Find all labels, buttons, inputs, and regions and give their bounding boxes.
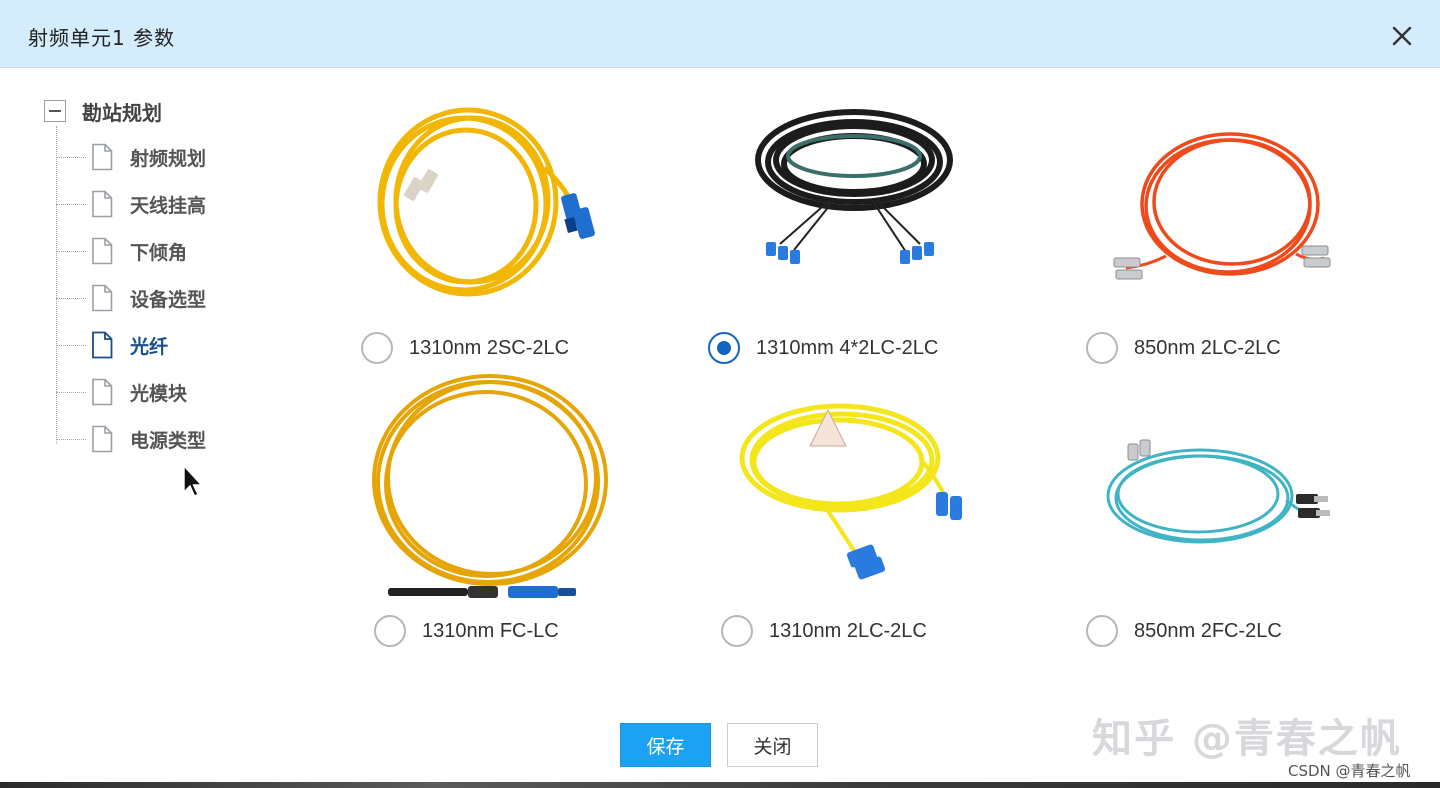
document-icon — [92, 190, 113, 218]
tree-branch-line — [56, 391, 86, 393]
fiber-option-3[interactable]: 850nm 2LC-2LC — [1086, 332, 1281, 364]
yellow-fiber-coil-lc-image — [739, 403, 962, 580]
tree-item-optical-module[interactable]: 光模块 — [56, 377, 187, 407]
dialog-titlebar: 射频单元1 参数 — [0, 0, 1440, 68]
document-icon — [92, 331, 113, 359]
radio-button-checked[interactable] — [708, 332, 740, 364]
tree-root-site-survey[interactable]: 勘站规划 — [44, 98, 162, 125]
csdn-watermark: CSDN @青春之帆 — [1288, 762, 1411, 780]
tree-item-label: 下倾角 — [130, 241, 188, 264]
close-icon[interactable] — [1386, 20, 1416, 50]
orange-fiber-coil-image — [1113, 132, 1331, 280]
yellow-fiber-loop-image — [372, 374, 608, 598]
mouse-cursor-icon — [183, 464, 204, 497]
aqua-fiber-coil-image — [1106, 439, 1330, 544]
fiber-option-label: 1310mm 4*2LC-2LC — [756, 336, 939, 359]
radio-button[interactable] — [721, 615, 753, 647]
radio-button[interactable] — [1086, 332, 1118, 364]
tree-item-label: 射频规划 — [130, 147, 207, 170]
save-button[interactable]: 保存 — [620, 723, 711, 767]
collapse-toggle-icon[interactable] — [44, 100, 66, 122]
radio-dot-icon — [717, 341, 731, 355]
fiber-option-1[interactable]: 1310nm 2SC-2LC — [361, 332, 569, 364]
fiber-option-label: 1310nm 2SC-2LC — [409, 336, 570, 359]
tree-item-label: 光模块 — [130, 382, 188, 405]
tree-item-power-type[interactable]: 电源类型 — [56, 424, 206, 454]
tree-item-label: 天线挂高 — [130, 194, 207, 217]
fiber-option-4[interactable]: 1310nm FC-LC — [374, 615, 559, 647]
fiber-option-2[interactable]: 1310mm 4*2LC-2LC — [708, 332, 938, 364]
tree-item-antenna-height[interactable]: 天线挂高 — [56, 189, 206, 219]
tree-item-downtilt[interactable]: 下倾角 — [56, 236, 187, 266]
document-icon — [92, 143, 113, 171]
document-icon — [92, 284, 113, 312]
tree-item-rf-planning[interactable]: 射频规划 — [56, 142, 206, 172]
tree-branch-line — [56, 250, 86, 252]
fiber-option-label: 1310nm 2LC-2LC — [769, 619, 927, 642]
site-survey-tree: 勘站规划 射频规划 天线挂高 下倾角 设备选型 光纤 光模块 电源类型 — [0, 68, 300, 528]
tree-item-equipment-selection[interactable]: 设备选型 — [56, 283, 206, 313]
tree-branch-line — [56, 156, 86, 158]
tree-item-optical-fiber[interactable]: 光纤 — [56, 330, 168, 360]
radio-button[interactable] — [1086, 615, 1118, 647]
fiber-option-5[interactable]: 1310nm 2LC-2LC — [721, 615, 927, 647]
black-fiber-coil-image — [755, 109, 953, 264]
document-icon — [92, 378, 113, 406]
radio-button[interactable] — [361, 332, 393, 364]
tree-branch-line — [56, 203, 86, 205]
tree-item-label: 电源类型 — [130, 429, 207, 452]
tree-branch-line — [56, 297, 86, 299]
close-button[interactable]: 关闭 — [727, 723, 818, 767]
dialog-title: 射频单元1 参数 — [28, 26, 176, 50]
fiber-option-label: 850nm 2FC-2LC — [1134, 619, 1282, 642]
fiber-option-6[interactable]: 850nm 2FC-2LC — [1086, 615, 1282, 647]
fiber-option-label: 850nm 2LC-2LC — [1134, 336, 1281, 359]
document-icon — [92, 425, 113, 453]
background-strip — [0, 782, 1440, 788]
tree-item-label: 光纤 — [130, 335, 169, 358]
tree-item-label: 设备选型 — [130, 288, 207, 311]
tree-branch-line — [56, 344, 86, 346]
document-icon — [92, 237, 113, 265]
zhihu-watermark: 知乎 @青春之帆 — [1092, 716, 1402, 762]
fiber-option-label: 1310nm FC-LC — [422, 619, 559, 642]
tree-root-label: 勘站规划 — [82, 100, 162, 125]
radio-button[interactable] — [374, 615, 406, 647]
tree-branch-line — [56, 438, 86, 440]
yellow-fiber-coil-image — [377, 107, 595, 297]
